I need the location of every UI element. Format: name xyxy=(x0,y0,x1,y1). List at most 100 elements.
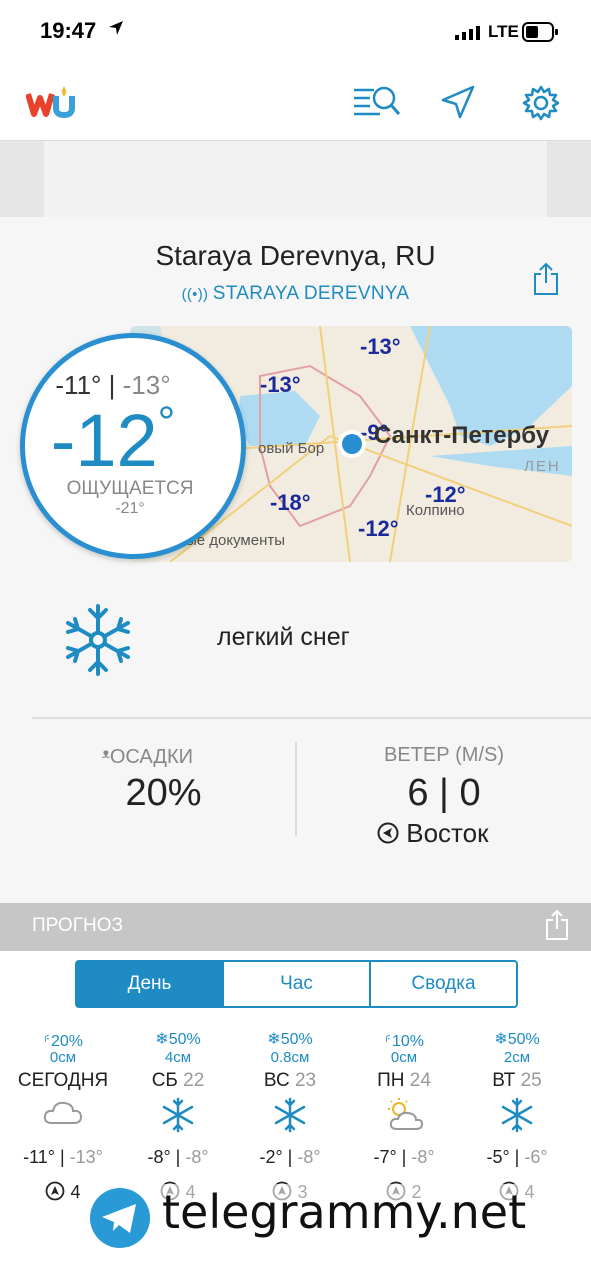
day-amount-value: 2см xyxy=(503,1049,531,1066)
day-temps: -7° | -8° xyxy=(373,1147,435,1167)
day-amount: 4см xyxy=(120,1049,236,1066)
precip-drop-icon: ❄ xyxy=(155,1031,169,1048)
tab-summary[interactable]: Сводка xyxy=(369,962,516,1006)
partly-cloudy-icon xyxy=(346,1097,462,1138)
day-precip-value: 50% xyxy=(507,1031,540,1048)
snowflake-icon xyxy=(120,1097,236,1138)
day-name: СБ 22 xyxy=(120,1070,236,1092)
banner-side-left xyxy=(0,141,44,217)
day-high: -2° xyxy=(259,1147,283,1167)
day-low: -8° xyxy=(185,1147,209,1167)
watermark-text: telegrammy.net xyxy=(162,1185,527,1239)
map-temp-5: -12° xyxy=(358,516,399,541)
station-name: STARAYA DEREVNYA xyxy=(212,283,410,304)
high-temp: -11° xyxy=(55,370,102,400)
day-temps: -5° | -6° xyxy=(486,1147,548,1167)
day-name: СЕГОДНЯ xyxy=(5,1070,121,1092)
map-temp-1: -13° xyxy=(360,334,401,359)
day-temps: -2° | -8° xyxy=(259,1147,321,1167)
network-type: LTE xyxy=(488,22,519,41)
divider xyxy=(32,717,591,719)
map-temp-3: -18° xyxy=(270,490,311,515)
day-temps: -8° | -8° xyxy=(147,1147,209,1167)
day-amount: 0.8см xyxy=(232,1049,348,1066)
day-amount-value: 4см xyxy=(164,1049,192,1066)
day-amount: 0см xyxy=(5,1049,121,1066)
status-bar: 19:47 LTE xyxy=(0,0,591,62)
day-amount-value: 0см xyxy=(49,1049,77,1066)
current-temp: -12° xyxy=(0,398,226,483)
day-high: -8° xyxy=(147,1147,171,1167)
day-name-text: СЕГОДНЯ xyxy=(17,1070,109,1091)
wu-logo-icon xyxy=(26,86,75,118)
day-precip-value: 20% xyxy=(50,1033,84,1050)
day-low: -8° xyxy=(411,1147,435,1167)
day-name-text: ПН xyxy=(377,1070,405,1091)
search-list-icon[interactable] xyxy=(352,84,402,120)
day-precip: ❄50% xyxy=(232,1029,348,1049)
location-arrow-icon xyxy=(109,21,123,35)
day-precip: ⸄20% xyxy=(5,1029,121,1051)
day-name-text: ВТ xyxy=(492,1070,516,1091)
precip-value: 20% xyxy=(125,772,202,814)
location-title[interactable]: Staraya Derevnya, RU xyxy=(0,240,591,272)
precip-label-text: ОСАДКИ xyxy=(109,746,193,768)
map-temp-2: -13° xyxy=(260,372,301,397)
tab-hour[interactable]: Час xyxy=(222,962,369,1006)
station-link[interactable]: ((•)) STARAYA DEREVNYA xyxy=(0,283,591,305)
day-high: -7° xyxy=(373,1147,397,1167)
tab-day[interactable]: День xyxy=(77,962,222,1006)
raindrop-icon: ᵜ xyxy=(102,746,110,768)
day-amount: 2см xyxy=(459,1049,575,1066)
wind-label: ВЕТЕР (M/S) xyxy=(383,744,504,766)
day-name: ВТ 25 xyxy=(459,1070,575,1092)
day-amount: 0см xyxy=(346,1049,462,1066)
battery-icon xyxy=(522,22,558,42)
day-precip: ❄50% xyxy=(120,1029,236,1049)
day-high: -11° xyxy=(23,1147,55,1167)
day-number: 22 xyxy=(183,1070,205,1091)
day-amount-value: 0.8см xyxy=(270,1049,310,1066)
day-name: ВС 23 xyxy=(232,1070,348,1092)
condition-text: легкий снег xyxy=(217,623,350,651)
day-number: 23 xyxy=(294,1070,317,1091)
day-precip-value: 10% xyxy=(391,1033,425,1050)
forecast-title: ПРОГНОЗ xyxy=(32,915,123,936)
forecast-share-icon[interactable] xyxy=(545,909,569,941)
current-location-pin xyxy=(338,430,366,458)
degree-symbol: ° xyxy=(157,398,176,447)
day-low: -8° xyxy=(297,1147,321,1167)
precip-drop-icon: ⸄ xyxy=(383,1033,392,1050)
snowflake-icon xyxy=(232,1097,348,1138)
wind-direction-icon xyxy=(377,822,399,844)
high-low-temps: -11° | -13° xyxy=(55,370,171,400)
cloud-icon xyxy=(5,1097,121,1132)
navigation-arrow-icon[interactable] xyxy=(440,84,476,120)
banner-side-right xyxy=(547,141,591,217)
day-wind-value: 4 xyxy=(70,1182,81,1202)
snowflake-icon xyxy=(459,1097,575,1138)
day-number: 25 xyxy=(520,1070,542,1091)
signal-icon xyxy=(455,26,480,40)
map-label-bor: овый Бор xyxy=(258,440,325,457)
wind-value: 6 | 0 xyxy=(407,772,481,814)
snowflake-icon xyxy=(66,604,130,676)
feels-like-label: ОЩУЩАЕТСЯ xyxy=(66,478,194,499)
low-temp: -13° xyxy=(122,370,171,400)
ad-banner-area xyxy=(0,141,591,217)
app-header xyxy=(0,62,591,141)
gear-icon[interactable] xyxy=(522,84,560,122)
share-icon[interactable] xyxy=(532,262,560,296)
telegram-logo-icon xyxy=(90,1188,150,1248)
feels-like-value: -21° xyxy=(115,500,145,517)
wind-direction-icon xyxy=(46,1181,65,1201)
precip-drop-icon: ❄ xyxy=(494,1031,508,1048)
day-name: ПН 24 xyxy=(346,1070,462,1092)
day-precip-value: 50% xyxy=(168,1031,201,1048)
map-city-label: Санкт-Петербу xyxy=(374,422,550,449)
day-name-text: СБ xyxy=(151,1070,178,1091)
day-precip: ⸄10% xyxy=(346,1029,462,1051)
day-precip-value: 50% xyxy=(280,1031,313,1048)
precip-drop-icon: ⸄ xyxy=(42,1033,51,1050)
map-label-kolpino: Колпино xyxy=(406,502,465,519)
